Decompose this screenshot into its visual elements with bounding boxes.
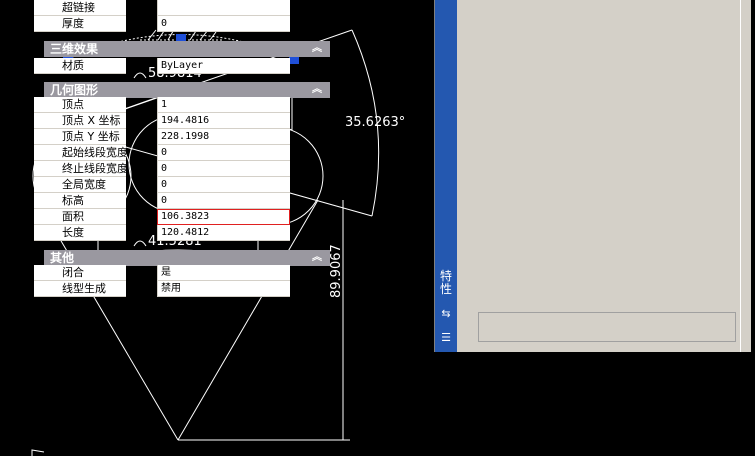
prop-value[interactable]: 0 — [157, 161, 290, 177]
collapse-chevron-icon[interactable]: ︽ — [312, 250, 322, 266]
prop-label: 全局宽度 — [34, 177, 126, 193]
prop-label: 终止线段宽度 — [34, 161, 126, 177]
prop-row-elevation[interactable]: 标高 0 — [34, 193, 290, 209]
prop-value[interactable]: 194.4816 — [157, 113, 290, 129]
prop-row-end-width[interactable]: 终止线段宽度 0 — [34, 161, 290, 177]
prop-value-area[interactable]: 106.3823 — [157, 209, 290, 225]
palette-body — [459, 0, 749, 352]
prop-value[interactable]: 禁用 — [157, 281, 290, 297]
prop-value[interactable]: 1 — [157, 97, 290, 113]
dim-angle-text[interactable]: 35.6263° — [345, 115, 405, 130]
prop-row-vertex-x[interactable]: 顶点 X 坐标 194.4816 — [34, 113, 290, 129]
palette-scrollbar[interactable] — [740, 0, 751, 352]
prop-label: 厚度 — [34, 16, 126, 32]
properties-menu-icon[interactable]: ☰ — [438, 330, 454, 346]
auto-hide-icon[interactable]: ⇆ — [438, 306, 454, 322]
prop-label: 长度 — [34, 225, 126, 241]
prop-row-hyperlink[interactable]: 超链接 — [34, 0, 290, 16]
prop-row-length[interactable]: 长度 120.4812 — [34, 225, 290, 241]
prop-row-linetype-generation[interactable]: 线型生成 禁用 — [34, 281, 290, 297]
prop-label: 闭合 — [34, 265, 126, 281]
prop-value[interactable]: 0 — [157, 193, 290, 209]
prop-value[interactable]: 0 — [157, 16, 290, 32]
collapse-chevron-icon[interactable]: ︽ — [312, 41, 322, 57]
prop-label: 顶点 Y 坐标 — [34, 129, 126, 145]
prop-label: 材质 — [34, 58, 126, 74]
prop-row-start-width[interactable]: 起始线段宽度 0 — [34, 145, 290, 161]
prop-row-vertex-y[interactable]: 顶点 Y 坐标 228.1998 — [34, 129, 290, 145]
property-description-box — [478, 312, 736, 342]
prop-value[interactable] — [157, 0, 290, 16]
prop-row-global-width[interactable]: 全局宽度 0 — [34, 177, 290, 193]
prop-row-closed[interactable]: 闭合 是 — [34, 265, 290, 281]
section-title: 其他 — [50, 251, 75, 265]
section-title: 几何图形 — [50, 83, 99, 97]
prop-label: 起始线段宽度 — [34, 145, 126, 161]
prop-row-thickness[interactable]: 厚度 0 — [34, 16, 290, 32]
prop-row-vertex[interactable]: 顶点 1 — [34, 97, 290, 113]
section-title: 三维效果 — [50, 42, 99, 56]
collapse-chevron-icon[interactable]: ︽ — [312, 82, 322, 98]
prop-row-area[interactable]: 面积 106.3823 — [34, 209, 290, 225]
prop-label: 顶点 — [34, 97, 126, 113]
prop-value[interactable]: 120.4812 — [157, 225, 290, 241]
prop-label: 标高 — [34, 193, 126, 209]
prop-value[interactable]: 是 — [157, 265, 290, 281]
prop-label: 线型生成 — [34, 281, 126, 297]
properties-palette[interactable]: 特性 ⇆ ☰ — [434, 0, 751, 352]
section-3d-visualization[interactable]: 三维效果 ︽ — [44, 41, 330, 57]
section-misc[interactable]: 其他 ︽ — [44, 250, 330, 266]
dim-arc-bottom-symbol — [133, 240, 147, 247]
palette-title-strip[interactable]: 特性 ⇆ ☰ — [435, 0, 457, 352]
prop-label: 顶点 X 坐标 — [34, 113, 126, 129]
dim-height-text[interactable]: 89.9067 — [329, 244, 344, 298]
prop-value[interactable]: ByLayer — [157, 58, 290, 74]
prop-value[interactable]: 0 — [157, 177, 290, 193]
prop-value[interactable]: 228.1998 — [157, 129, 290, 145]
prop-label: 面积 — [34, 209, 126, 225]
palette-title: 特性 — [439, 269, 452, 296]
ucs-icon — [31, 449, 45, 456]
prop-value[interactable]: 0 — [157, 145, 290, 161]
prop-label: 超链接 — [34, 0, 126, 16]
section-geometry[interactable]: 几何图形 ︽ — [44, 82, 330, 98]
prop-row-material[interactable]: 材质 ByLayer — [34, 58, 290, 74]
